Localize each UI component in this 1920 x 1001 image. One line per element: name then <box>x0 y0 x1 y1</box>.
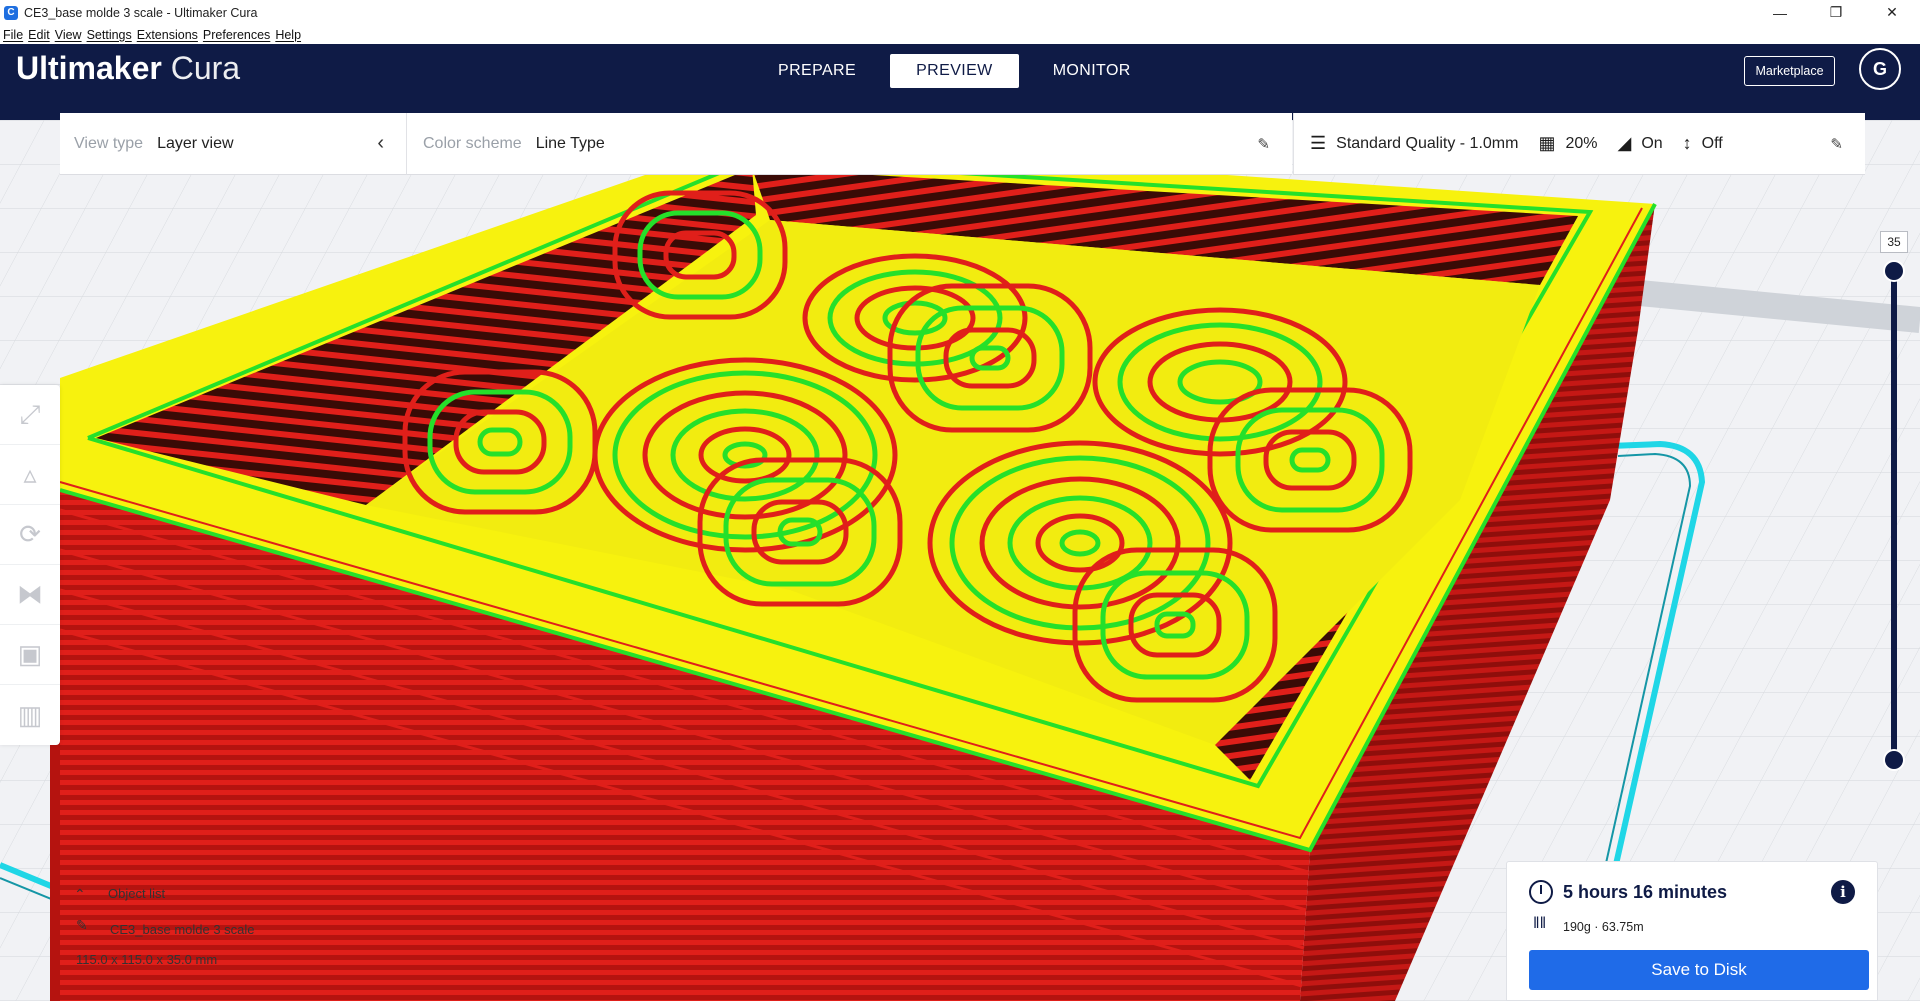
print-settings-panel[interactable]: ☰ Standard Quality - 1.0mm ▦ 20% ◢ On ↕ … <box>1293 113 1865 175</box>
scale-icon[interactable]: ▵ <box>0 445 60 505</box>
quality-value: Standard Quality - 1.0mm <box>1336 134 1519 152</box>
menu-settings[interactable]: Settings <box>87 28 132 42</box>
tab-monitor[interactable]: MONITOR <box>1027 54 1157 88</box>
account-avatar[interactable]: G <box>1859 48 1901 90</box>
tab-prepare[interactable]: PREPARE <box>752 54 882 88</box>
adhesion-value: Off <box>1701 134 1723 152</box>
close-icon[interactable]: ✕ <box>1864 0 1920 25</box>
infill-icon: ▦ <box>1538 133 1556 153</box>
print-info-panel: 5 hours 16 minutes i ‖‖ 190g · 63.75m Sa… <box>1506 861 1878 1001</box>
menu-extensions[interactable]: Extensions <box>137 28 198 42</box>
logo-bold: Ultimaker <box>16 50 162 86</box>
view-type-label: View type <box>74 134 144 152</box>
quality-setting[interactable]: ☰ Standard Quality - 1.0mm <box>1310 133 1518 154</box>
view-type-dropdown[interactable]: Layer view <box>157 135 233 153</box>
spool-icon: ‖‖ <box>1533 915 1547 932</box>
rotate-icon[interactable]: ⟳ <box>0 505 60 565</box>
logo-light: Cura <box>170 50 241 86</box>
color-scheme-panel: Color scheme Line Type ✎ <box>406 113 1292 175</box>
restore-icon[interactable]: ❐ <box>1808 0 1864 25</box>
material-usage: 190g · 63.75m <box>1563 920 1644 934</box>
mirror-icon[interactable]: ⧓ <box>0 565 60 625</box>
menu-edit[interactable]: Edit <box>28 28 50 42</box>
menu-bar: File Edit View Settings Extensions Prefe… <box>0 25 1920 44</box>
layer-slider-lower-handle[interactable] <box>1883 749 1905 771</box>
adhesion-icon: ↕ <box>1682 133 1692 153</box>
menu-view[interactable]: View <box>55 28 82 42</box>
chevron-up-icon[interactable]: ⌃ <box>74 886 86 903</box>
object-dimensions: 115.0 x 115.0 x 35.0 mm <box>76 952 218 967</box>
app-header: Ultimaker Cura PREPARE PREVIEW MONITOR M… <box>0 44 1920 120</box>
cura-app-icon: C <box>4 5 18 20</box>
color-scheme-label: Color scheme <box>423 134 522 152</box>
support-blocker-icon[interactable]: ▥ <box>0 685 60 745</box>
chevron-left-icon[interactable]: ‹ <box>377 132 384 155</box>
menu-file[interactable]: File <box>3 28 23 42</box>
color-scheme-dropdown[interactable]: Line Type <box>536 135 605 153</box>
quality-icon: ☰ <box>1310 133 1327 153</box>
window-controls: — ❐ ✕ <box>1752 0 1920 25</box>
print-time: 5 hours 16 minutes <box>1563 882 1728 902</box>
clock-icon <box>1529 880 1553 904</box>
menu-help[interactable]: Help <box>275 28 301 42</box>
stage-tabs: PREPARE PREVIEW MONITOR <box>752 54 1165 88</box>
window-title: CE3_base molde 3 scale - Ultimaker Cura <box>24 5 258 20</box>
object-list-header[interactable]: Object list <box>108 886 165 901</box>
menu-preferences[interactable]: Preferences <box>203 28 270 42</box>
tool-strip: ⤢ ▵ ⟳ ⧓ ▣ ▥ <box>0 385 60 745</box>
tab-preview[interactable]: PREVIEW <box>890 54 1019 88</box>
support-setting[interactable]: ◢ On <box>1617 133 1662 154</box>
adhesion-setting[interactable]: ↕ Off <box>1683 133 1723 154</box>
minimize-icon[interactable]: — <box>1752 0 1808 25</box>
support-value: On <box>1641 134 1663 152</box>
infill-setting[interactable]: ▦ 20% <box>1538 133 1597 154</box>
layer-slider-upper-handle[interactable] <box>1883 260 1905 282</box>
layer-number-label[interactable]: 35 <box>1880 231 1908 253</box>
pencil-icon[interactable]: ✎ <box>1830 135 1843 153</box>
save-to-disk-button[interactable]: Save to Disk <box>1529 950 1869 990</box>
pencil-icon[interactable]: ✎ <box>76 917 88 934</box>
infill-value: 20% <box>1565 134 1598 152</box>
ultimaker-cura-logo: Ultimaker Cura <box>16 50 240 87</box>
layer-slider-track[interactable] <box>1891 268 1897 760</box>
view-type-panel: View type Layer view ‹ <box>60 113 406 175</box>
object-name[interactable]: CE3_base molde 3 scale <box>110 922 255 937</box>
marketplace-button[interactable]: Marketplace <box>1744 56 1835 86</box>
move-icon[interactable]: ⤢ <box>0 385 60 445</box>
per-model-settings-icon[interactable]: ▣ <box>0 625 60 685</box>
title-bar: C CE3_base molde 3 scale - Ultimaker Cur… <box>0 0 1920 25</box>
info-icon[interactable]: i <box>1831 880 1855 904</box>
support-icon: ◢ <box>1617 133 1632 153</box>
pencil-icon[interactable]: ✎ <box>1257 135 1270 153</box>
